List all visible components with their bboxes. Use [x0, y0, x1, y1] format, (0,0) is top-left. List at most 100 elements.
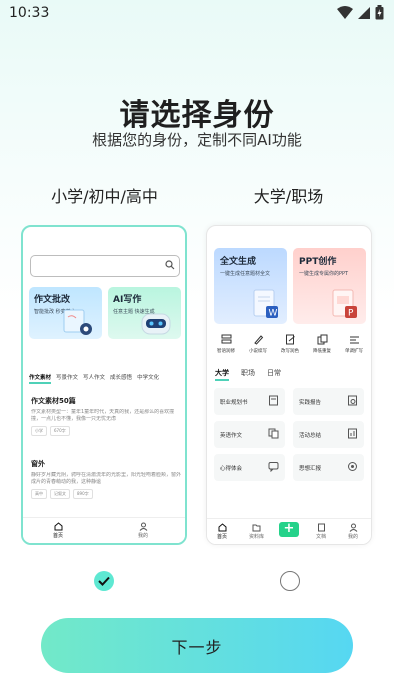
feature-full-text-generation: 全文生成 一键生成任意题材全文 W: [214, 248, 287, 324]
search-icon: [165, 260, 175, 270]
edit-document-icon: [285, 334, 295, 345]
tab-culture-essay: 中学文化: [137, 375, 160, 381]
nav-label: 资料库: [249, 534, 265, 540]
radio-school-selected[interactable]: [94, 571, 114, 591]
segment-college: 大学: [215, 368, 229, 381]
grid-item-label: 心得体会: [220, 466, 243, 472]
nav-profile: 我的: [138, 522, 148, 539]
feature-title: AI写作: [113, 295, 142, 305]
feature-ppt-creation: PPT创作 一键生成专属你的PPT P: [293, 248, 366, 324]
tool-label: 单调扩写: [345, 349, 363, 354]
article-title: 作文素材50篇: [31, 397, 76, 405]
segment-workplace: 职场: [241, 369, 255, 377]
grid-item-label: 思想汇报: [299, 466, 322, 472]
nav-home: 首页: [53, 522, 63, 539]
chat-icon: [268, 462, 279, 472]
role-label-school: 小学/初中/高中: [51, 187, 158, 206]
svg-text:W: W: [269, 309, 278, 319]
grid-item: 英语作文: [214, 421, 285, 448]
profile-icon: [349, 523, 357, 532]
preview-bottom-nav: 首页 我的: [23, 517, 185, 543]
duplicate-icon: [317, 334, 327, 345]
feature-subtitle: 一键生成任意题材全文: [220, 271, 271, 277]
article-title: 窗外: [31, 460, 45, 468]
feature-subtitle: 一键生成专属你的PPT: [299, 271, 349, 277]
grid-item-label: 活动总结: [299, 433, 322, 439]
feature-title: 全文生成: [220, 257, 257, 267]
nav-docs: 文档: [316, 523, 326, 540]
nav-label: 我的: [138, 533, 149, 539]
translate-icon: [268, 428, 279, 439]
tab-people-essay: 写人作文: [83, 375, 106, 381]
document-icon: [317, 523, 325, 532]
nav-label: 首页: [217, 534, 228, 540]
tool-item: 降低重复: [307, 334, 337, 354]
article-tag: 高中: [31, 489, 47, 499]
tab-growth-essay: 成长感悟: [110, 375, 133, 381]
tool-item: 智语润修: [211, 334, 241, 354]
grid-item: 职业规划书: [214, 388, 285, 415]
status-bar: 10:33: [0, 0, 394, 28]
checkmark-icon: [98, 576, 110, 586]
nav-label: 文档: [316, 534, 327, 540]
tab-scenery-essay: 写景作文: [56, 375, 79, 381]
word-document-icon: W: [253, 289, 278, 319]
page-subtitle: 根据您的身份，定制不同AI功能: [92, 131, 302, 149]
preview-bottom-nav: 首页 资料库 + 文档 我的: [207, 518, 371, 544]
tool-label: 改写润色: [281, 349, 299, 354]
ppt-document-icon: P: [332, 289, 357, 319]
feature-essay-correction: 作文批改 智能批改 秒变美文: [29, 287, 102, 339]
robot-icon: [141, 313, 171, 335]
wifi-icon: [337, 5, 353, 19]
nav-label: 我的: [348, 534, 359, 540]
tool-label: 小说续写: [249, 349, 267, 354]
segment-daily: 日常: [267, 369, 281, 377]
bar-chart-icon: [348, 428, 357, 439]
tool-item: 小说续写: [243, 334, 273, 354]
feature-title: 作文批改: [34, 295, 71, 305]
svg-text:P: P: [348, 309, 354, 319]
nav-home: 首页: [217, 523, 227, 540]
list-item: 作文素材50篇 作文素材类型一：童年1童年时代，天真的我，还是那么的喜欢撞撞，一…: [31, 396, 181, 436]
report-icon: [348, 395, 357, 406]
preview-tool-row: 智语润修 小说续写 改写润色 降低重复 单调扩写: [211, 334, 369, 354]
article-tag: 890字: [73, 489, 93, 499]
create-plus-button: +: [279, 522, 299, 537]
badge-icon: [348, 462, 357, 471]
radio-college-work[interactable]: [280, 571, 300, 591]
article-tag: 记叙文: [50, 489, 70, 499]
article-excerpt: 作文素材类型一：童年1童年时代，天真的我，还是那么的喜欢撞撞，一点儿也不懂，我像…: [31, 409, 175, 422]
grid-item-label: 职业规划书: [220, 400, 248, 406]
preview-search-box: [30, 255, 180, 277]
tab-essay-material: 作文素材: [29, 373, 52, 384]
grid-item: 思想汇报: [293, 454, 364, 481]
role-card-school[interactable]: 作文批改 智能批改 秒变美文 AI写作 任意主题 快速生成 作文素材 写景作文 …: [21, 225, 187, 545]
folder-icon: [252, 524, 261, 532]
nav-label: 首页: [53, 533, 64, 539]
article-tag: 小学: [31, 426, 47, 436]
tool-item: 单调扩写: [339, 334, 369, 354]
preview-template-grid: 职业规划书 实践报告 英语作文 活动总结 心得体会 思想汇报: [214, 388, 366, 481]
preview-segment-tabs: 大学 职场 日常: [215, 368, 281, 381]
next-button[interactable]: 下一步: [41, 618, 353, 673]
grid-item-label: 实践报告: [299, 400, 322, 406]
preview-category-tabs: 作文素材 写景作文 写人作文 成长感悟 中学文化: [29, 373, 185, 384]
stack-icon: [221, 334, 231, 344]
role-card-college-work[interactable]: 全文生成 一键生成任意题材全文 W PPT创作 一键生成专属你的PPT P 智语…: [206, 225, 372, 545]
tool-item: 改写润色: [275, 334, 305, 354]
grid-item: 活动总结: [293, 421, 364, 448]
battery-icon: [375, 5, 384, 20]
article-tag: 670字: [50, 426, 70, 436]
signal-icon: [358, 6, 370, 19]
grid-item: 实践报告: [293, 388, 364, 415]
expand-icon: [349, 336, 359, 344]
list-item: 窗外 静好岁月藏光阴，骋呼在清澈流年的光影里，阳光轻吻着脸颊，窗外成片的青春萌动…: [31, 459, 181, 499]
tool-label: 智语润修: [217, 349, 235, 354]
role-label-college-work: 大学/职场: [253, 187, 324, 206]
grid-item-label: 英语作文: [220, 433, 243, 439]
home-icon: [54, 522, 62, 531]
page-title: 请选择身份: [119, 98, 275, 133]
tool-label: 降低重复: [313, 349, 331, 354]
profile-icon: [139, 522, 147, 531]
nav-library: 资料库: [249, 523, 264, 540]
